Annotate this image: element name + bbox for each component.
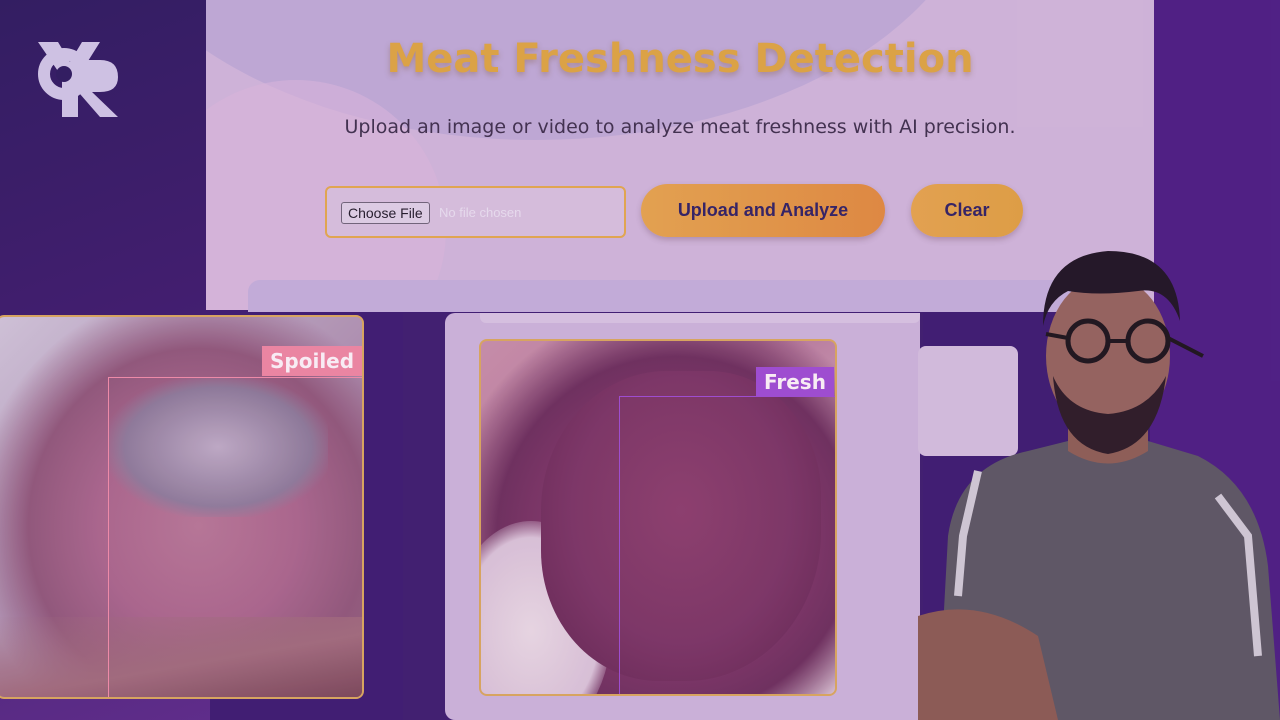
brand-logo-icon — [38, 42, 118, 117]
detection-box-spoiled — [108, 377, 362, 697]
upload-analyze-button[interactable]: Upload and Analyze — [641, 184, 885, 237]
detection-box-fresh — [619, 396, 835, 694]
page-title: Meat Freshness Detection — [386, 36, 974, 82]
result-image-spoiled: Spoiled — [0, 315, 364, 699]
file-input[interactable]: Choose File No file chosen — [325, 186, 626, 238]
page-subtitle: Upload an image or video to analyze meat… — [344, 116, 1016, 138]
file-status-text: No file chosen — [439, 205, 522, 220]
presenter-image — [918, 251, 1280, 720]
result-image-fresh: Fresh — [479, 339, 837, 696]
choose-file-button[interactable]: Choose File — [341, 202, 430, 224]
detection-label-spoiled: Spoiled — [262, 346, 362, 376]
clear-button[interactable]: Clear — [911, 184, 1023, 237]
card-strip — [480, 313, 920, 323]
detection-label-fresh: Fresh — [756, 367, 834, 397]
